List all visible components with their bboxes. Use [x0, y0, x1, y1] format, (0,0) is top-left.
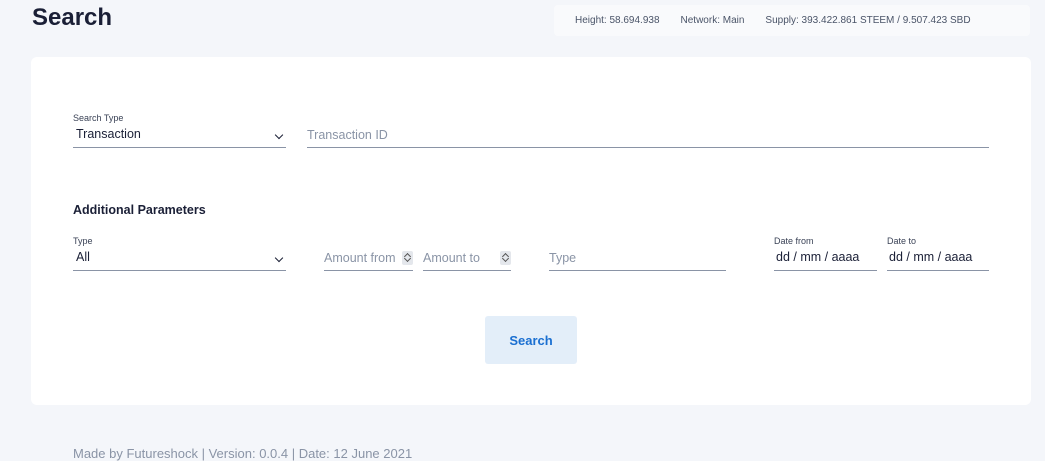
transaction-id-input[interactable]: Transaction ID [307, 113, 989, 148]
transaction-id-placeholder: Transaction ID [307, 128, 388, 142]
spinner-icon[interactable] [402, 251, 413, 265]
chain-info-bar: Height: 58.694.938 Network: Main Supply:… [554, 5, 1030, 36]
amount-from-placeholder: Amount from [324, 251, 396, 265]
date-to-input[interactable]: Date to dd / mm / aaaa [887, 236, 989, 271]
date-from-value: dd / mm / aaaa [776, 250, 860, 264]
search-type-select[interactable]: Search Type Transaction [73, 113, 286, 148]
operation-type-label: Type [73, 236, 93, 246]
search-button[interactable]: Search [485, 316, 577, 364]
additional-parameters-title: Additional Parameters [73, 203, 206, 217]
amount-to-input[interactable]: Amount to [423, 246, 511, 271]
search-card: Search Type Transaction Transaction ID A… [31, 57, 1031, 405]
date-to-value: dd / mm / aaaa [889, 250, 973, 264]
chain-supply: Supply: 393.422.861 STEEM / 9.507.423 SB… [765, 15, 971, 26]
amount-to-placeholder: Amount to [423, 251, 480, 265]
type-input[interactable]: Type [549, 246, 726, 271]
date-from-label: Date from [774, 236, 814, 246]
chain-height: Height: 58.694.938 [575, 15, 660, 26]
chevron-down-icon [274, 130, 284, 140]
operation-type-value: All [76, 250, 90, 264]
page-title: Search [32, 4, 113, 31]
type-placeholder: Type [549, 251, 577, 265]
spinner-icon[interactable] [500, 251, 511, 265]
chevron-down-icon [274, 253, 284, 263]
date-to-label: Date to [887, 236, 917, 246]
operation-type-select[interactable]: Type All [73, 236, 286, 271]
date-from-input[interactable]: Date from dd / mm / aaaa [774, 236, 877, 271]
search-type-value: Transaction [76, 127, 141, 141]
chain-network: Network: Main [680, 15, 745, 26]
amount-from-input[interactable]: Amount from [324, 246, 413, 271]
search-type-label: Search Type [73, 113, 124, 123]
